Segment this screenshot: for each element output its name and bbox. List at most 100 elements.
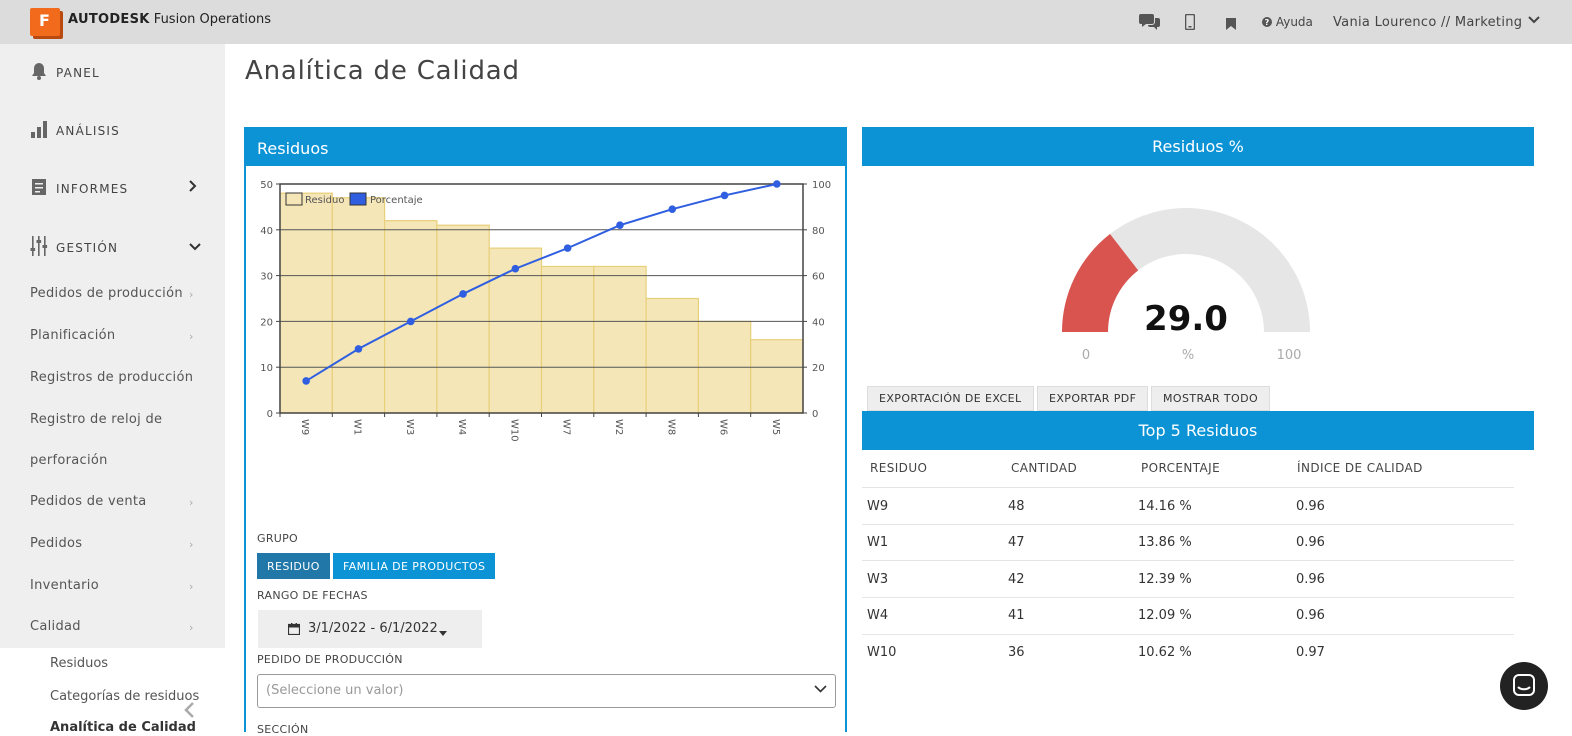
sidebar-item-inventario[interactable]: Inventario xyxy=(30,578,99,593)
help-icon: ? xyxy=(1262,17,1272,27)
page-title: Analítica de Calidad xyxy=(245,56,520,86)
user-menu[interactable]: Vania Lourenco // Marketing xyxy=(1333,15,1522,30)
legend-swatch-porcentaje xyxy=(349,192,367,206)
y-tick-label: 10 xyxy=(260,363,273,374)
bar-W10 xyxy=(488,247,543,414)
divider xyxy=(862,487,1514,488)
bar-W7 xyxy=(540,265,595,414)
sidebar-item-pedidos-produccion[interactable]: Pedidos de producción xyxy=(30,286,183,301)
bar-W5 xyxy=(750,339,804,414)
pedido-produccion-select[interactable]: (Seleccione un valor) xyxy=(257,674,836,708)
divider xyxy=(862,597,1514,598)
chevron-right-icon: › xyxy=(189,496,194,509)
porcentaje-point-W4 xyxy=(459,290,467,298)
sidebar-label: ANÁLISIS xyxy=(56,124,120,138)
gauge-value: 29.0 xyxy=(1144,299,1228,339)
brand-rest: Fusion Operations xyxy=(153,12,271,27)
date-range-picker[interactable]: 3/1/2022 - 6/1/2022 xyxy=(258,610,482,648)
bookmark-icon[interactable] xyxy=(1226,16,1236,34)
x-tick-label: W5 xyxy=(770,419,781,435)
col-header-indice[interactable]: ÍNDICE DE CALIDAD xyxy=(1297,461,1423,475)
y-tick-label: 50 xyxy=(260,180,273,191)
bar-W2 xyxy=(593,265,647,414)
porcentaje-point-W9 xyxy=(302,377,310,385)
mobile-icon[interactable] xyxy=(1184,13,1196,34)
familia-productos-button[interactable]: FAMILIA DE PRODUCTOS xyxy=(333,553,496,579)
sidebar-item-pedidos[interactable]: Pedidos xyxy=(30,536,82,551)
y-tick-label: 40 xyxy=(260,226,273,237)
cell-indice: 0.97 xyxy=(1296,645,1325,660)
sidebar-item-registro-reloj-cont[interactable]: perforación xyxy=(30,453,108,468)
chevron-right-icon[interactable] xyxy=(189,180,197,196)
help-link[interactable]: ? Ayuda xyxy=(1262,15,1313,29)
gauge-title: Residuos % xyxy=(862,127,1534,166)
porcentaje-point-W10 xyxy=(511,264,520,273)
cell-indice: 0.96 xyxy=(1296,572,1325,587)
export-pdf-button[interactable]: EXPORTAR PDF xyxy=(1037,386,1149,411)
chevron-right-icon: › xyxy=(189,288,194,301)
sidebar-item-planificacion[interactable]: Planificación xyxy=(30,328,115,343)
show-all-button[interactable]: MOSTRAR TODO xyxy=(1151,386,1271,411)
chat-launcher-icon xyxy=(1513,674,1535,696)
fusion-logo[interactable]: F xyxy=(30,8,60,36)
divider xyxy=(862,524,1514,525)
residuos-gauge: 29.0 0 % 100 xyxy=(1062,208,1310,363)
chevron-down-icon[interactable] xyxy=(1528,13,1540,28)
porcentaje-point-W1 xyxy=(354,345,363,353)
grupo-label: GRUPO xyxy=(257,532,299,545)
cell-cantidad: 48 xyxy=(1008,499,1025,514)
y2-tick-label: 100 xyxy=(812,180,831,191)
y2-tick-label: 0 xyxy=(812,409,818,420)
x-tick-label: W6 xyxy=(718,419,729,435)
residuos-panel: Residuos 0 10 20 30 40 50 0 20 40 60 80 100 W9 W1 W3 W4… xyxy=(244,127,847,736)
select-placeholder: (Seleccione un valor) xyxy=(266,683,404,698)
submenu-item-categorias[interactable]: Categorías de residuos xyxy=(50,689,199,704)
x-tick-label: W4 xyxy=(456,419,467,435)
collapse-sidebar-icon[interactable] xyxy=(183,700,195,724)
sidebar-item-gestion[interactable]: GESTIÓN xyxy=(30,236,118,261)
porcentaje-point-W8 xyxy=(668,205,677,213)
sidebar-item-informes[interactable]: INFORMES xyxy=(30,178,128,201)
chevron-down-icon[interactable] xyxy=(189,240,201,255)
submenu-item-residuos[interactable]: Residuos xyxy=(50,656,108,671)
bell-icon xyxy=(30,62,50,85)
cell-porcentaje: 14.16 % xyxy=(1138,499,1192,514)
svg-text:?: ? xyxy=(1265,18,1270,27)
export-excel-button[interactable]: EXPORTACIÓN DE EXCEL xyxy=(867,386,1034,411)
pareto-chart: 0 10 20 30 40 50 0 20 40 60 80 100 W9 W1 W3 W4 W10 W7 W2 W8… xyxy=(260,180,831,442)
help-label: Ayuda xyxy=(1275,15,1313,29)
y2-tick-label: 20 xyxy=(812,363,825,374)
col-header-porcentaje[interactable]: PORCENTAJE xyxy=(1141,461,1220,475)
sidebar-item-panel[interactable]: PANEL xyxy=(30,62,100,85)
x-tick-label: W7 xyxy=(561,419,572,435)
porcentaje-point-W2 xyxy=(616,221,624,230)
rango-fechas-label: RANGO DE FECHAS xyxy=(257,589,368,602)
date-range-value: 3/1/2022 - 6/1/2022 xyxy=(308,621,438,636)
cell-cantidad: 47 xyxy=(1008,535,1025,550)
brand-bold: AUTODESK xyxy=(68,12,150,27)
x-tick-label: W3 xyxy=(404,419,415,435)
submenu-item-analitica[interactable]: Analítica de Calidad xyxy=(50,720,196,735)
sidebar-item-calidad[interactable]: Calidad xyxy=(30,619,81,634)
bar-W8 xyxy=(645,297,700,414)
chat-launcher-button[interactable] xyxy=(1500,662,1548,710)
chevron-down-icon xyxy=(814,682,827,697)
top5-title: Top 5 Residuos xyxy=(862,411,1534,450)
sidebar-label: GESTIÓN xyxy=(56,241,119,255)
col-header-cantidad[interactable]: CANTIDAD xyxy=(1011,461,1077,475)
sidebar-label: PANEL xyxy=(56,66,100,80)
chat-icon[interactable] xyxy=(1139,12,1161,34)
sidebar-item-pedidos-venta[interactable]: Pedidos de venta xyxy=(30,494,147,509)
x-tick-label: W2 xyxy=(613,419,624,435)
cell-porcentaje: 13.86 % xyxy=(1138,535,1192,550)
porcentaje-point-W3 xyxy=(406,317,415,326)
seccion-label: SECCIÓN xyxy=(257,723,309,736)
sidebar-item-analisis[interactable]: ANÁLISIS xyxy=(30,120,120,143)
col-header-residuo[interactable]: RESIDUO xyxy=(870,461,927,475)
logo-letter: F xyxy=(39,11,50,30)
sidebar-item-registro-reloj[interactable]: Registro de reloj de xyxy=(30,412,162,427)
residuo-button[interactable]: RESIDUO xyxy=(257,553,330,579)
sidebar-item-registros-produccion[interactable]: Registros de producción xyxy=(30,370,193,385)
y-tick-label: 0 xyxy=(267,409,273,420)
panel-title: Residuos xyxy=(246,129,845,166)
